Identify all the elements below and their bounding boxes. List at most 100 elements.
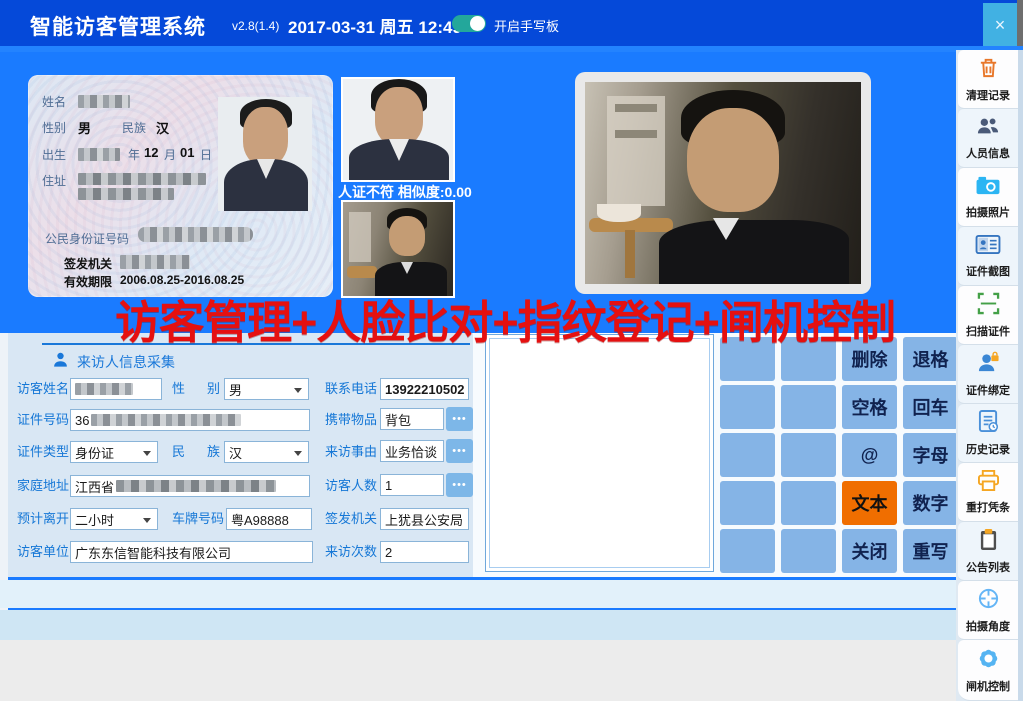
items-label: 携带物品 (325, 409, 377, 431)
handwriting-pad-inner (489, 338, 710, 568)
idcard-number-redacted (138, 227, 253, 242)
sidebar-item-id-capture[interactable]: 证件截图 (958, 227, 1018, 286)
address-label: 家庭地址 (17, 475, 69, 497)
watermark-text: 访客管理+人脸比对+指纹登记+闸机控制 (0, 286, 1010, 351)
key-blank-10[interactable] (781, 529, 836, 573)
handwriting-toggle[interactable] (452, 15, 486, 32)
key-letters[interactable]: 字母 (903, 433, 958, 477)
idcard-month-unit: 月 (164, 146, 176, 163)
people-icon (975, 115, 1001, 142)
plate-input[interactable]: 粤A98888 (226, 508, 312, 530)
crosshair-icon (977, 587, 1000, 615)
sidebar-item-notice-list[interactable]: 公告列表 (958, 522, 1018, 581)
reason-more-button[interactable]: ••• (446, 439, 473, 463)
sidebar-item-take-photo[interactable]: 拍摄照片 (958, 168, 1018, 227)
compare-result-text: 人证不符 相似度:0.00 (338, 182, 472, 202)
key-text-mode[interactable]: 文本 (842, 481, 897, 525)
idcard-validity-value: 2006.08.25-2016.08.25 (120, 273, 244, 287)
sidebar-item-camera-angle[interactable]: 拍摄角度 (958, 581, 1018, 640)
key-digits[interactable]: 数字 (903, 481, 958, 525)
idcard-number-label: 公民身份证号码 (45, 230, 129, 247)
key-blank-8[interactable] (781, 481, 836, 525)
key-blank-4[interactable] (781, 385, 836, 429)
idcard-issuer-redacted (120, 255, 190, 269)
leave-time-label: 预计离开 (17, 508, 69, 530)
close-button[interactable]: × (983, 3, 1017, 48)
compare-idcard-photo (341, 77, 455, 182)
visit-times-label: 来访次数 (325, 541, 377, 563)
issuer-input[interactable]: 上犹县公安局 (380, 508, 469, 530)
key-blank-7[interactable] (720, 481, 775, 525)
key-blank-3[interactable] (720, 385, 775, 429)
key-rewrite[interactable]: 重写 (903, 529, 958, 573)
gender-select[interactable]: 男 (224, 378, 309, 400)
idcard-address-label: 住址 (42, 172, 66, 189)
items-input[interactable]: 背包 (380, 408, 444, 430)
ethnicity-select[interactable]: 汉 (224, 441, 309, 463)
app-title: 智能访客管理系统 (30, 11, 206, 41)
key-blank-5[interactable] (720, 433, 775, 477)
visit-times-input[interactable]: 2 (380, 541, 469, 563)
sidebar-item-history[interactable]: 历史记录 (958, 404, 1018, 463)
trash-icon (977, 56, 1000, 84)
sidebar-item-personnel-info[interactable]: 人员信息 (958, 109, 1018, 168)
leave-time-select[interactable]: 二小时 (70, 508, 158, 530)
idcard-name-redacted (78, 95, 130, 108)
window-edge (1017, 0, 1023, 50)
plate-label: 车牌号码 (172, 508, 224, 530)
clipboard-icon (979, 528, 998, 556)
address-input[interactable]: 江西省 (70, 475, 310, 497)
id-type-select[interactable]: 身份证 (70, 441, 158, 463)
key-close[interactable]: 关闭 (842, 529, 897, 573)
reason-label: 来访事由 (325, 441, 377, 463)
phone-label: 联系电话 (325, 378, 377, 400)
key-at[interactable]: @ (842, 433, 897, 477)
idcard-ethnicity-value: 汉 (156, 118, 169, 137)
visitor-count-input[interactable]: 1 (380, 474, 444, 496)
handwriting-toggle-label: 开启手写板 (494, 16, 559, 35)
key-blank-6[interactable] (781, 433, 836, 477)
compare-camera-photo (341, 200, 455, 298)
titlebar-divider (0, 46, 1023, 52)
sidebar-item-id-binding[interactable]: 证件绑定 (958, 345, 1018, 404)
gender-label-2: 别 (207, 378, 220, 400)
sidebar-item-gate-control[interactable]: 闸机控制 (958, 640, 1018, 701)
key-blank-9[interactable] (720, 529, 775, 573)
visitor-table-body (0, 640, 956, 701)
ethnicity-label-1: 民 (172, 441, 185, 463)
id-card-scan: 姓名 性别 男 民族 汉 出生 年 12 月 01 日 住址 公民身份证号码 签… (28, 75, 333, 297)
idcard-gender-label: 性别 (42, 119, 66, 136)
key-enter[interactable]: 回车 (903, 385, 958, 429)
reason-input[interactable]: 业务恰谈 (380, 440, 444, 462)
key-space[interactable]: 空格 (842, 385, 897, 429)
status-bar: 今日来访人数: 0 今日签离人数: 0 (0, 580, 956, 608)
visitor-name-label: 访客姓名 (17, 378, 69, 400)
toggle-knob-icon (470, 16, 485, 31)
company-label: 访客单位 (17, 541, 69, 563)
idcard-address-redacted (78, 173, 206, 185)
camera-icon (975, 175, 1001, 201)
person-icon (52, 351, 69, 373)
camera-live-view (585, 82, 861, 284)
handwriting-pad[interactable] (485, 334, 714, 572)
printer-icon (977, 470, 1000, 496)
id-number-input[interactable]: 36 (70, 409, 310, 431)
visitor-count-more-button[interactable]: ••• (446, 473, 473, 497)
id-number-label: 证件号码 (17, 409, 69, 431)
ethnicity-label-2: 族 (207, 441, 220, 463)
sidebar-item-clear-records[interactable]: 清理记录 (958, 50, 1018, 109)
gear-icon (977, 647, 1000, 675)
sidebar-edge (1018, 50, 1023, 701)
sidebar-item-reprint-ticket[interactable]: 重打凭条 (958, 463, 1018, 522)
id-card-icon (975, 234, 1001, 260)
idcard-issuer-label: 签发机关 (64, 255, 112, 272)
idcard-day-unit: 日 (200, 146, 212, 163)
idcard-name-label: 姓名 (42, 93, 66, 110)
phone-input[interactable]: 13922210502 (380, 378, 469, 400)
id-type-label: 证件类型 (17, 441, 69, 463)
visitor-name-input[interactable] (70, 378, 162, 400)
company-input[interactable]: 广东东信智能科技有限公司 (70, 541, 313, 563)
idcard-year-unit: 年 (128, 146, 140, 163)
camera-frame (575, 72, 871, 294)
items-more-button[interactable]: ••• (446, 407, 473, 431)
